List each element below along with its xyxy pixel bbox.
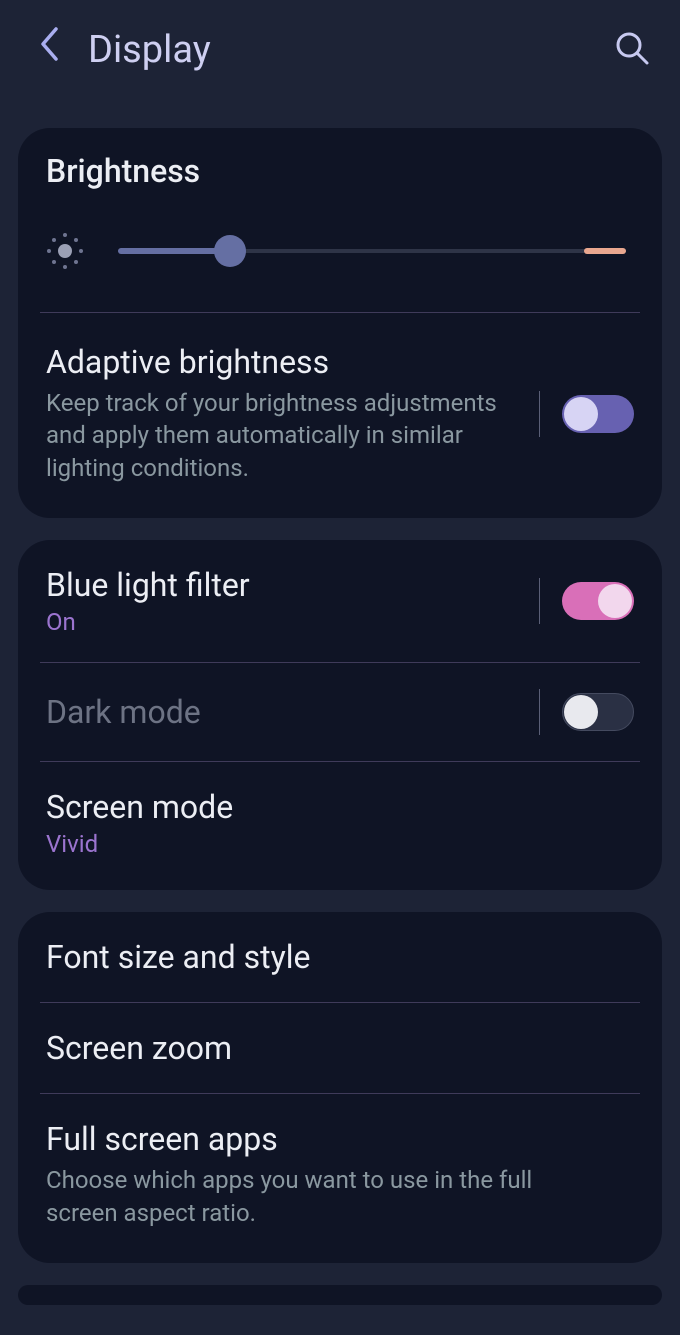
brightness-slider-row [18,196,662,312]
toggle-separator [539,578,540,624]
blue-light-toggle[interactable] [562,582,634,620]
screen-mode-row[interactable]: Screen mode Vivid [18,762,662,890]
back-icon[interactable] [38,25,60,72]
toggle-separator [539,391,540,437]
screen-zoom-title: Screen zoom [46,1029,634,1067]
adaptive-desc: Keep track of your brightness adjustment… [46,387,526,484]
screen-zoom-row[interactable]: Screen zoom [18,1003,662,1093]
toggle-separator [539,689,540,735]
screen-mode-title: Screen mode [46,788,634,826]
font-size-title: Font size and style [46,938,634,976]
search-icon[interactable] [614,30,650,70]
dark-mode-toggle[interactable] [562,693,634,731]
full-screen-desc: Choose which apps you want to use in the… [46,1164,606,1229]
page-title: Display [88,28,614,72]
dark-mode-row[interactable]: Dark mode [18,663,662,761]
blue-light-status: On [46,608,529,636]
full-screen-title: Full screen apps [46,1120,634,1158]
header: Display [0,0,680,100]
adaptive-toggle[interactable] [562,395,634,433]
full-screen-apps-row[interactable]: Full screen apps Choose which apps you w… [18,1094,662,1263]
card-next-peek [18,1285,662,1305]
font-size-row[interactable]: Font size and style [18,912,662,1002]
dark-mode-title: Dark mode [46,693,529,731]
card-layout: Font size and style Screen zoom Full scr… [18,912,662,1263]
card-display-modes: Blue light filter On Dark mode Screen mo… [18,540,662,890]
screen-mode-status: Vivid [46,830,634,858]
brightness-icon [40,226,90,276]
adaptive-brightness-row[interactable]: Adaptive brightness Keep track of your b… [18,313,662,518]
blue-light-row[interactable]: Blue light filter On [18,540,662,662]
adaptive-title: Adaptive brightness [46,343,529,381]
brightness-slider[interactable] [118,236,626,266]
card-brightness: Brightness Adaptive brightness Keep [18,128,662,518]
brightness-title: Brightness [46,152,634,190]
blue-light-title: Blue light filter [46,566,529,604]
